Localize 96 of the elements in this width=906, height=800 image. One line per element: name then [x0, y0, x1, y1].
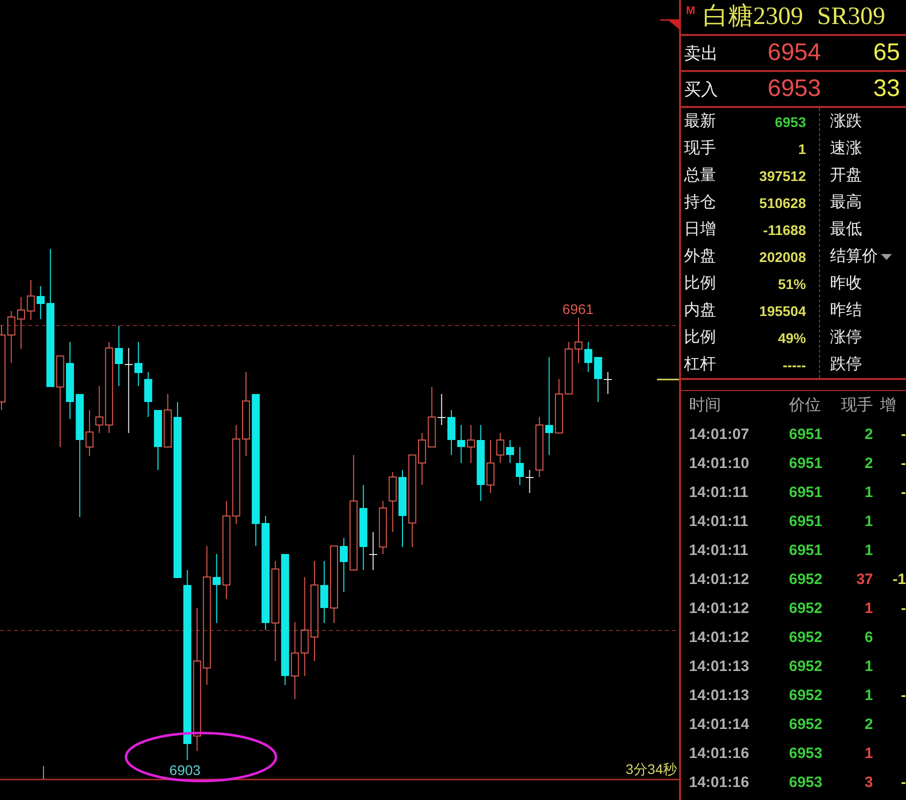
tick-volume: 3	[864, 774, 873, 791]
order-side-label: 买入	[684, 78, 719, 100]
tick-time: 14:01:16	[689, 745, 750, 762]
tick-time: 14:01:11	[689, 513, 750, 530]
column-header: 增	[879, 396, 897, 416]
tick-change: -	[901, 484, 906, 501]
column-header: 时间	[689, 396, 722, 416]
tick-time: 14:01:10	[689, 455, 750, 472]
tick-time: 14:01:07	[689, 426, 750, 443]
order-volume: 65	[873, 39, 900, 67]
tick-volume: 1	[864, 745, 873, 762]
axis-tick-mark	[43, 766, 44, 780]
tick-price: 6952	[789, 629, 824, 646]
tick-change: -	[901, 774, 906, 791]
tick-volume: 1	[864, 658, 873, 675]
tick-time: 14:01:12	[689, 600, 750, 617]
tick-time: 14:01:11	[689, 542, 750, 559]
stat-label: 跌停	[830, 355, 862, 375]
stat-label: 昨收	[830, 274, 862, 294]
tick-price: 6952	[789, 571, 824, 588]
tick-price: 6951	[789, 513, 824, 530]
stat-label: 外盘	[684, 247, 716, 267]
tick-price: 6951	[789, 484, 824, 501]
tick-price: 6952	[789, 658, 824, 675]
tick-change: -	[901, 426, 906, 443]
stat-label: 内盘	[684, 300, 716, 321]
tick-volume: 1	[864, 600, 873, 617]
tick-price: 6952	[789, 687, 824, 704]
column-header: 现手	[841, 396, 873, 416]
high-price-label: 6961	[562, 301, 594, 317]
order-price: 6954	[768, 39, 821, 67]
contract-name: 白糖2309	[703, 2, 804, 32]
triangle-marker-icon	[660, 19, 679, 29]
stat-value: -----	[782, 356, 806, 372]
stat-label: 最低	[830, 220, 862, 240]
tick-volume: 6	[864, 629, 873, 646]
order-price: 6953	[768, 75, 821, 103]
tick-volume: 2	[864, 455, 873, 472]
tick-price: 6952	[789, 600, 824, 617]
stat-label: 现手	[684, 138, 716, 159]
stat-label: 日增	[684, 220, 716, 240]
stat-label: 比例	[684, 274, 716, 294]
tick-volume: 1	[864, 687, 873, 704]
stat-label: 比例	[684, 328, 716, 348]
stat-dropdown[interactable]: 结算价	[830, 246, 892, 267]
stat-label: 昨结	[830, 300, 862, 321]
stat-value: 51%	[778, 276, 806, 292]
stat-label: 最新	[684, 112, 716, 132]
tick-volume: 1	[864, 484, 873, 501]
stat-value: 202008	[759, 248, 806, 264]
tick-time: 14:01:11	[689, 484, 750, 501]
stat-label: 涨跌	[830, 112, 862, 132]
tick-volume: 37	[856, 571, 873, 588]
tick-price: 6951	[789, 455, 824, 472]
stat-value: 1	[798, 140, 806, 156]
stat-value: 397512	[759, 168, 806, 184]
tick-price: 6952	[789, 716, 824, 733]
stat-label: 总量	[684, 166, 716, 186]
tick-change: -	[901, 600, 906, 617]
tick-volume: 2	[864, 716, 873, 733]
column-header: 价位	[789, 396, 822, 416]
caret-icon[interactable]	[881, 254, 892, 260]
tick-volume: 1	[864, 513, 873, 530]
tick-volume: 1	[864, 542, 873, 559]
low-price-label: 6903	[169, 762, 201, 778]
stat-value: 195504	[759, 302, 806, 318]
tick-price: 6951	[789, 542, 824, 559]
tick-time: 14:01:12	[689, 571, 750, 588]
stat-label: 杠杆	[684, 355, 716, 375]
stat-label: 速涨	[830, 138, 862, 159]
stat-label: 最高	[830, 192, 862, 213]
stat-value: 6953	[774, 114, 806, 130]
stat-value: -11688	[763, 222, 806, 238]
order-volume: 33	[873, 75, 900, 103]
tick-change: -1	[892, 571, 906, 588]
tick-price: 6953	[789, 774, 824, 791]
tick-time: 14:01:16	[689, 774, 750, 791]
tick-time: 14:01:14	[689, 716, 750, 733]
tick-volume: 2	[864, 426, 873, 443]
order-side-label: 卖出	[684, 42, 719, 64]
tick-price: 6951	[789, 426, 824, 443]
stat-value: 49%	[778, 330, 806, 346]
current-price-marker	[657, 378, 679, 380]
stat-label: 涨停	[830, 328, 862, 348]
tick-time: 14:01:12	[689, 629, 750, 646]
tick-time: 14:01:13	[689, 658, 750, 675]
tick-price: 6953	[789, 745, 824, 762]
stat-label: 持仓	[684, 193, 716, 213]
tick-time: 14:01:13	[689, 687, 750, 704]
tick-change: -	[901, 455, 906, 472]
tick-change: -	[901, 687, 906, 704]
countdown-timer: 3分34秒	[626, 761, 677, 777]
stat-label: 开盘	[830, 166, 862, 186]
stat-value: 510628	[759, 194, 806, 210]
contract-code: SR309	[817, 2, 886, 32]
market-letter: M	[686, 5, 696, 17]
